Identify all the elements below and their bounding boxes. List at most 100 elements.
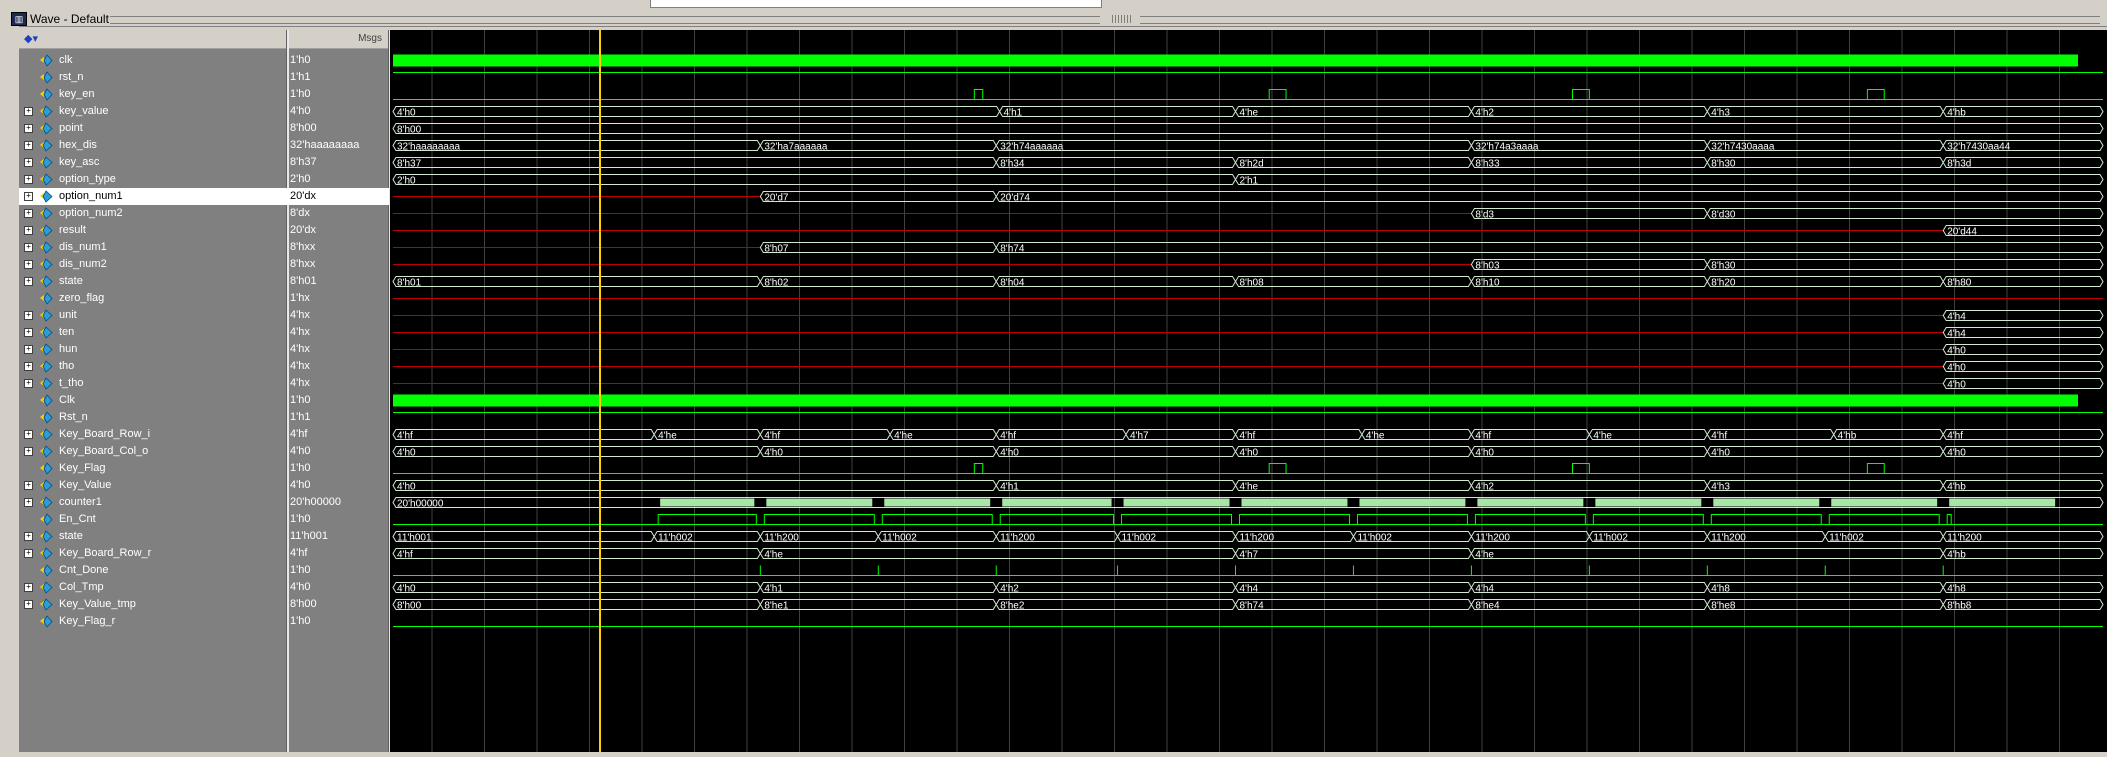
signal-row[interactable]: key_en 1'h0	[19, 86, 389, 103]
bus-icon	[40, 377, 53, 390]
signal-value: 1'h0	[290, 88, 311, 100]
bus-label: 4'h3	[1711, 108, 1730, 119]
signal-row[interactable]: + t_tho 4'hx	[19, 375, 389, 392]
signal-row[interactable]: rst_n 1'h1	[19, 69, 389, 86]
waveform-canvas[interactable]: 4'h0 4'h1 4'he 4'h2 4'h3 4'hb 8'h00 32'haaaaaaa…	[390, 30, 2107, 752]
signal-row[interactable]: + key_asc 8'h37	[19, 154, 389, 171]
signal-row[interactable]: + state 11'h001	[19, 528, 389, 545]
bus-label: 4'h0	[1947, 363, 1966, 374]
bus-segment	[1706, 446, 1944, 457]
signal-name: hun	[59, 343, 78, 355]
expand-toggle[interactable]: +	[24, 481, 33, 490]
expand-toggle[interactable]: +	[24, 226, 33, 235]
signal-row[interactable]: + Key_Value_tmp 8'h00	[19, 596, 389, 613]
signal-name: hex_dis	[59, 139, 97, 151]
waveform-pane[interactable]: 4'h0 4'h1 4'he 4'h2 4'h3 4'hb 8'h00 32'haaaaaaa…	[390, 30, 2107, 752]
expand-toggle[interactable]: +	[24, 277, 33, 286]
signal-value: 4'hx	[290, 343, 310, 355]
bus-segment	[1942, 582, 2104, 593]
expand-toggle[interactable]: +	[24, 447, 33, 456]
expand-toggle[interactable]: +	[24, 345, 33, 354]
signal-row[interactable]: + option_type 2'h0	[19, 171, 389, 188]
bus-label: 8'h74	[1240, 601, 1265, 612]
signal-row[interactable]: + state 8'h01	[19, 273, 389, 290]
signal-row[interactable]: + dis_num1 8'hxx	[19, 239, 389, 256]
signal-name: Key_Value	[59, 479, 112, 491]
signal-row[interactable]: + option_num1 20'dx	[19, 188, 389, 205]
bus-segment	[1470, 259, 1708, 270]
signal-row[interactable]: + option_num2 8'dx	[19, 205, 389, 222]
signal-row[interactable]: + Key_Value 4'h0	[19, 477, 389, 494]
signal-name: counter1	[59, 496, 102, 508]
signal-name: result	[59, 224, 86, 236]
window-drag-handle[interactable]	[1112, 15, 1132, 23]
expand-toggle[interactable]: +	[24, 260, 33, 269]
bus-icon	[40, 479, 53, 492]
signal-row[interactable]: + point 8'h00	[19, 120, 389, 137]
signal-row[interactable]: Cnt_Done 1'h0	[19, 562, 389, 579]
counter-burst	[1831, 498, 1938, 507]
bus-segment	[1234, 446, 1472, 457]
signal-row[interactable]: Key_Flag 1'h0	[19, 460, 389, 477]
signal-row[interactable]: + counter1 20'h00000	[19, 494, 389, 511]
signal-row[interactable]: + Key_Board_Row_i 4'hf	[19, 426, 389, 443]
expand-toggle[interactable]: +	[24, 124, 33, 133]
expand-toggle[interactable]: +	[24, 141, 33, 150]
signal-row[interactable]: + Col_Tmp 4'h0	[19, 579, 389, 596]
bus-segment	[759, 599, 997, 610]
bus-label: 4'hf	[397, 431, 413, 442]
bus-label: 4'hb	[1947, 108, 1966, 119]
signal-row[interactable]: Rst_n 1'h1	[19, 409, 389, 426]
bus-label: 32'h7430aa44	[1947, 142, 2011, 153]
bus-label: 2'h0	[397, 176, 416, 187]
signal-row[interactable]: + hun 4'hx	[19, 341, 389, 358]
signal-row[interactable]: + Key_Board_Row_r 4'hf	[19, 545, 389, 562]
bus-label: 4'h0	[1947, 448, 1966, 459]
bus-label: 8'hb8	[1947, 601, 1972, 612]
expand-toggle[interactable]: +	[24, 379, 33, 388]
bus-label: 20'h00000	[397, 499, 444, 510]
expand-toggle[interactable]: +	[24, 498, 33, 507]
signal-row[interactable]: + unit 4'hx	[19, 307, 389, 324]
expand-toggle[interactable]: +	[24, 175, 33, 184]
window-title: Wave - Default	[30, 12, 109, 26]
signal-name: option_num1	[59, 190, 123, 202]
signal-row[interactable]: En_Cnt 1'h0	[19, 511, 389, 528]
signal-value: 32'haaaaaaaa	[290, 139, 360, 151]
signal-row[interactable]: Clk 1'h0	[19, 392, 389, 409]
signal-toolbar-icon[interactable]: ◆▾	[24, 33, 50, 46]
expand-toggle[interactable]: +	[24, 243, 33, 252]
bus-label: 20'd74	[1000, 193, 1030, 204]
signal-row[interactable]: + key_value 4'h0	[19, 103, 389, 120]
expand-toggle[interactable]: +	[24, 362, 33, 371]
bus-segment	[392, 582, 761, 593]
signal-row[interactable]: Key_Flag_r 1'h0	[19, 613, 389, 630]
signal-row[interactable]: clk 1'h0	[19, 52, 389, 69]
wave-window-icon[interactable]: ▥	[11, 12, 27, 26]
bus-label: 4'hf	[1475, 431, 1491, 442]
expand-toggle[interactable]: +	[24, 430, 33, 439]
signal-value: 4'h0	[290, 479, 311, 491]
expand-toggle[interactable]: +	[24, 158, 33, 167]
expand-toggle[interactable]: +	[24, 328, 33, 337]
expand-toggle[interactable]: +	[24, 107, 33, 116]
expand-toggle[interactable]: +	[24, 192, 33, 201]
bus-label: 8'he4	[1475, 601, 1500, 612]
signal-row[interactable]: zero_flag 1'hx	[19, 290, 389, 307]
signal-row[interactable]: + dis_num2 8'hxx	[19, 256, 389, 273]
bus-label: 4'h8	[1947, 584, 1966, 595]
expand-toggle[interactable]: +	[24, 209, 33, 218]
signal-row[interactable]: + result 20'dx	[19, 222, 389, 239]
expand-toggle[interactable]: +	[24, 600, 33, 609]
signal-name: zero_flag	[59, 292, 105, 304]
signal-row[interactable]: + Key_Board_Col_o 4'h0	[19, 443, 389, 460]
expand-toggle[interactable]: +	[24, 583, 33, 592]
bus-label: 8'he1	[764, 601, 789, 612]
expand-toggle[interactable]: +	[24, 532, 33, 541]
signal-row[interactable]: + hex_dis 32'haaaaaaaa	[19, 137, 389, 154]
expand-toggle[interactable]: +	[24, 311, 33, 320]
expand-toggle[interactable]: +	[24, 549, 33, 558]
bus-label: 11'h200	[1711, 533, 1746, 544]
signal-row[interactable]: + ten 4'hx	[19, 324, 389, 341]
signal-row[interactable]: + tho 4'hx	[19, 358, 389, 375]
